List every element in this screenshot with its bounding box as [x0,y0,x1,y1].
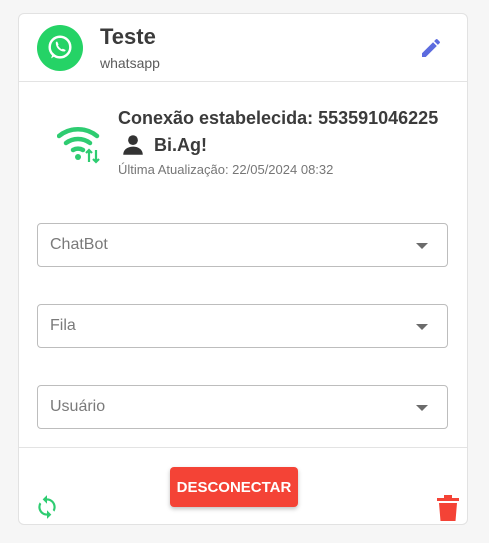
edit-button[interactable] [417,34,445,62]
connection-status: Conexão estabelecida: 553591046225 Bi.Ag… [19,82,467,192]
connection-card: Teste whatsapp Conexão estabelecida: 553… [18,13,468,525]
chevron-down-icon [416,405,428,411]
edit-pencil-icon [422,38,441,57]
last-update-text: Última Atualização: 22/05/2024 08:32 [118,162,334,177]
footer-divider [19,447,467,448]
whatsapp-icon [37,25,83,71]
user-select-label: Usuário [50,398,106,415]
user-select[interactable]: Usuário [37,385,448,429]
refresh-icon [38,495,56,519]
connected-user-name: Bi.Ag! [154,134,207,155]
connection-channel: whatsapp [100,55,160,71]
queue-select-label: Fila [50,317,76,334]
disconnect-button[interactable]: DESCONECTAR [170,467,298,507]
connection-status-text: Conexão estabelecida: 553591046225 [118,108,439,128]
delete-button[interactable] [437,495,459,521]
connected-user: Bi.Ag! [120,132,207,158]
queue-select[interactable]: Fila [37,304,448,348]
chevron-down-icon [416,243,428,249]
chevron-down-icon [416,324,428,330]
person-icon [123,135,143,155]
chatbot-select[interactable]: ChatBot [37,223,448,267]
card-header: Teste whatsapp [19,14,467,82]
connection-title: Teste [100,24,156,49]
refresh-button[interactable] [34,494,60,520]
wifi-sync-icon [56,124,103,169]
chatbot-select-label: ChatBot [50,236,108,253]
trash-icon [437,495,459,521]
